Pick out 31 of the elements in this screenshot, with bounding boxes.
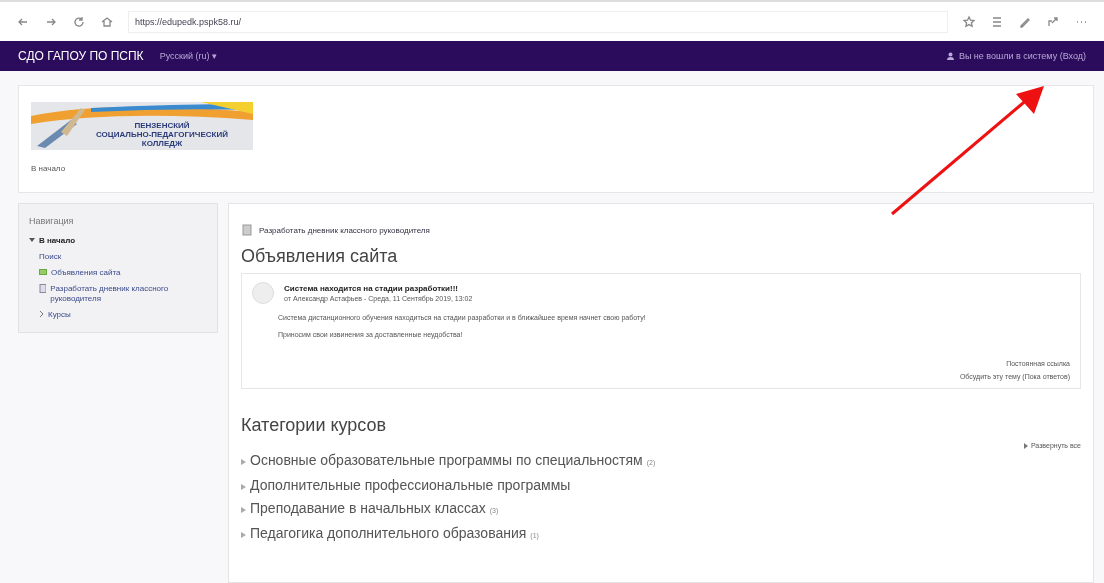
activity-link[interactable]: Разработать дневник классного руководителя <box>241 224 1081 236</box>
bullet-icon <box>241 484 246 490</box>
caret-icon <box>1023 442 1028 449</box>
nav-item[interactable]: В начало <box>29 236 207 246</box>
star-icon[interactable] <box>962 14 976 29</box>
nav-item[interactable]: Объявления сайта <box>29 268 207 278</box>
avatar-icon <box>252 282 274 304</box>
language-menu[interactable]: Русский (ru) ▾ <box>159 51 218 62</box>
block-title: Навигация <box>29 216 75 226</box>
nav-item[interactable]: Разработать дневник классного руководителя <box>29 284 207 304</box>
document-icon <box>241 224 253 236</box>
address-field[interactable]: https://edupedk.pspk58.ru/ <box>128 10 948 33</box>
category-link[interactable]: Дополнительные профессиональные программы <box>241 474 1081 497</box>
college-logo: ПЕНЗЕНСКИЙ СОЦИАЛЬНО-ПЕДАГОГИЧЕСКИЙ КОЛЛЕДЖ <box>31 102 253 150</box>
share-icon[interactable] <box>1046 14 1060 29</box>
section-heading: Категории курсов <box>241 415 388 436</box>
bullet-icon <box>241 459 246 465</box>
forum-icon <box>39 268 47 276</box>
bullet-icon <box>241 532 246 538</box>
section-heading: Объявления сайта <box>241 246 399 267</box>
user-icon <box>946 52 954 61</box>
chevron-icon <box>39 310 44 318</box>
login-link[interactable]: Вы не вошли в систему (Вход) <box>946 51 1086 62</box>
breadcrumb-link[interactable]: В начало <box>31 164 1081 173</box>
refresh-icon[interactable] <box>72 14 86 29</box>
nav-item[interactable]: Поиск <box>29 252 207 262</box>
post-subject: Система находится на стадии разработки!!! <box>284 284 459 293</box>
site-name[interactable]: СДО ГАПОУ ПО ПСПК <box>18 49 144 64</box>
nav-item[interactable]: Курсы <box>29 310 207 320</box>
bullet-icon <box>241 507 246 513</box>
document-icon <box>39 284 47 293</box>
